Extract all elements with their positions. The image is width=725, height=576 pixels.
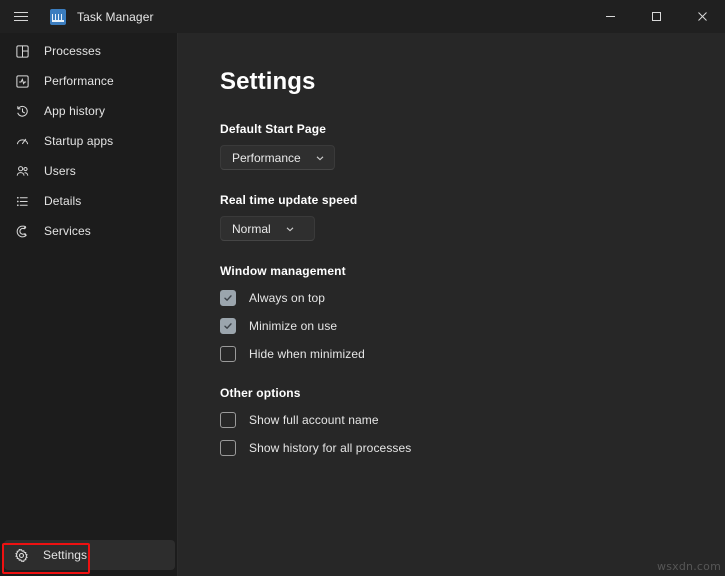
- section-window-management: Window management Always on top Minimize…: [220, 264, 725, 365]
- details-icon: [11, 191, 33, 211]
- update-speed-dropdown[interactable]: Normal: [220, 216, 315, 241]
- gear-icon: [10, 545, 32, 565]
- checkbox-show-full-account-name[interactable]: Show full account name: [220, 409, 379, 431]
- sidebar-item-label: App history: [44, 104, 106, 118]
- sidebar-item-processes[interactable]: Processes: [6, 36, 171, 66]
- users-icon: [11, 161, 33, 181]
- close-button[interactable]: [679, 0, 725, 33]
- startup-apps-icon: [11, 131, 33, 151]
- section-default-start-page: Default Start Page Performance: [220, 122, 725, 170]
- section-heading: Window management: [220, 264, 346, 278]
- minimize-button[interactable]: [587, 0, 633, 33]
- settings-panel: Settings Default Start Page Performance …: [179, 33, 725, 576]
- default-start-page-dropdown[interactable]: Performance: [220, 145, 335, 170]
- checkbox-label: Show history for all processes: [249, 441, 412, 455]
- dropdown-value: Performance: [232, 150, 301, 165]
- section-heading: Real time update speed: [220, 193, 358, 207]
- sidebar-item-label: Processes: [44, 44, 101, 58]
- checkbox-box: [220, 346, 236, 362]
- task-manager-window: Task Manager Processes Performance App h…: [0, 0, 725, 576]
- sidebar-item-settings[interactable]: Settings: [4, 540, 175, 570]
- checkbox-box: [220, 440, 236, 456]
- chevron-down-icon: [315, 153, 325, 163]
- task-manager-icon: [50, 8, 66, 25]
- window-controls: [587, 0, 725, 33]
- sidebar-nav: Processes Performance App history Startu…: [0, 33, 177, 246]
- checkbox-box: [220, 290, 236, 306]
- checkbox-label: Always on top: [249, 291, 326, 305]
- titlebar: Task Manager: [0, 0, 725, 33]
- dropdown-value: Normal: [232, 221, 271, 236]
- sidebar-item-label: Users: [44, 164, 76, 178]
- page-title: Settings: [220, 68, 316, 95]
- services-icon: [11, 221, 33, 241]
- checkbox-hide-when-minimized[interactable]: Hide when minimized: [220, 343, 365, 365]
- sidebar-item-users[interactable]: Users: [6, 156, 171, 186]
- app-history-icon: [11, 101, 33, 121]
- sidebar-item-label: Performance: [44, 74, 114, 88]
- sidebar-item-label: Services: [44, 224, 91, 238]
- sidebar-item-details[interactable]: Details: [6, 186, 171, 216]
- sidebar-item-label: Details: [44, 194, 82, 208]
- checkbox-show-history-all-processes[interactable]: Show history for all processes: [220, 437, 411, 459]
- app-title: Task Manager: [77, 9, 154, 24]
- sidebar-item-startup-apps[interactable]: Startup apps: [6, 126, 171, 156]
- sidebar: Processes Performance App history Startu…: [0, 33, 178, 576]
- checkbox-always-on-top[interactable]: Always on top: [220, 287, 325, 309]
- sidebar-item-app-history[interactable]: App history: [6, 96, 171, 126]
- checkbox-minimize-on-use[interactable]: Minimize on use: [220, 315, 337, 337]
- section-heading: Other options: [220, 386, 301, 400]
- checkbox-box: [220, 318, 236, 334]
- section-heading: Default Start Page: [220, 122, 327, 136]
- section-update-speed: Real time update speed Normal: [220, 193, 725, 241]
- sidebar-item-label: Settings: [43, 548, 88, 562]
- sidebar-item-services[interactable]: Services: [6, 216, 171, 246]
- hamburger-icon[interactable]: [4, 0, 38, 33]
- checkbox-box: [220, 412, 236, 428]
- section-other-options: Other options Show full account name Sho…: [220, 386, 725, 459]
- maximize-button[interactable]: [633, 0, 679, 33]
- checkbox-label: Show full account name: [249, 413, 379, 427]
- chevron-down-icon: [285, 224, 295, 234]
- checkbox-label: Hide when minimized: [249, 347, 365, 361]
- sidebar-item-performance[interactable]: Performance: [6, 66, 171, 96]
- processes-icon: [11, 41, 33, 61]
- watermark: wsxdn.com: [657, 560, 721, 573]
- checkbox-label: Minimize on use: [249, 319, 338, 333]
- sidebar-item-label: Startup apps: [44, 134, 114, 148]
- performance-icon: [11, 71, 33, 91]
